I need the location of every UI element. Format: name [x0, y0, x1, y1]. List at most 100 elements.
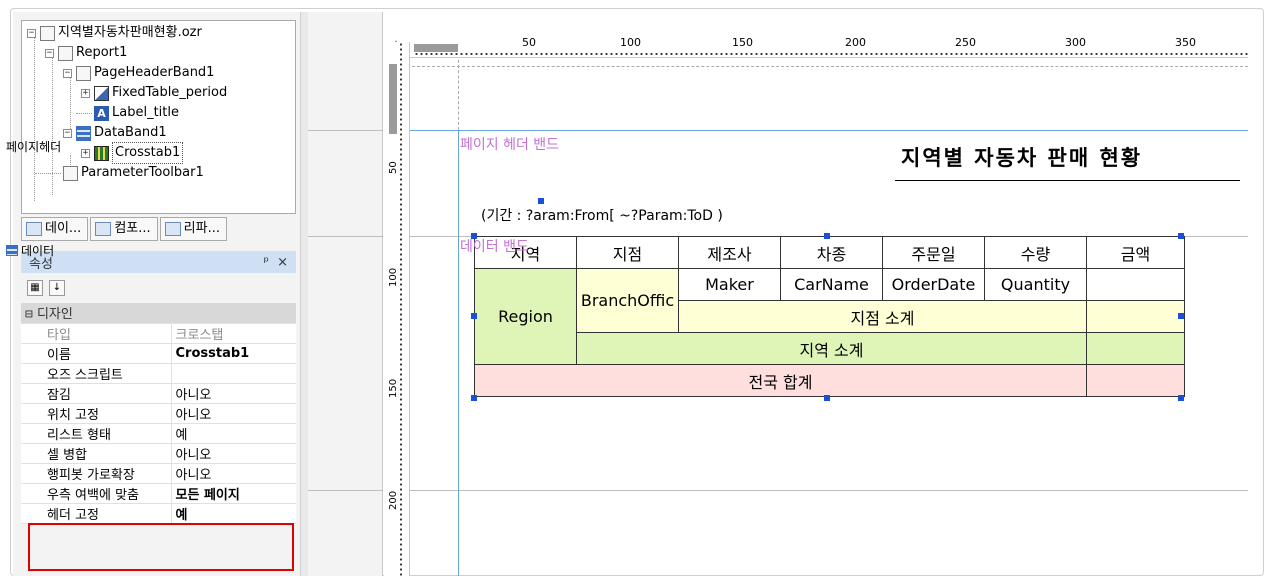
- tree-item-report1[interactable]: − Report1: [45, 43, 127, 63]
- tree-item-label: 지역별자동차판매현황.ozr: [58, 25, 202, 40]
- tree-item-fixed-table-period[interactable]: + FixedTable_period: [81, 83, 227, 103]
- collapse-icon[interactable]: −: [45, 48, 54, 58]
- ruler-label: 200: [388, 490, 399, 510]
- property-value[interactable]: 아니오: [171, 463, 296, 484]
- alphabetical-sort-icon[interactable]: ↓: [49, 280, 65, 296]
- property-row[interactable]: 우측 여백에 맞춤 모든 페이지: [21, 483, 296, 504]
- period-label[interactable]: (기간 : ?aram:From[ ~?Param:ToD ): [481, 205, 723, 225]
- crosstab-header-cell[interactable]: 차종: [780, 236, 883, 269]
- collapse-icon[interactable]: −: [63, 128, 72, 138]
- expand-icon[interactable]: +: [81, 88, 90, 98]
- property-key: 리스트 형태: [21, 423, 172, 444]
- ruler-label: 250: [955, 36, 976, 49]
- crosstab-cell-branch-subtotal[interactable]: 지점 소계: [678, 300, 1087, 333]
- band-separator: [308, 130, 383, 131]
- property-key: 위치 고정: [21, 403, 172, 424]
- selection-handle[interactable]: [1178, 313, 1184, 319]
- crosstab-header-cell[interactable]: 금액: [1086, 236, 1185, 269]
- tree-item-crosstab[interactable]: + Crosstab1: [81, 142, 184, 164]
- property-row[interactable]: 잠김 아니오: [21, 383, 296, 404]
- band-boundary: [410, 490, 1248, 491]
- collapse-icon[interactable]: ⊟: [25, 307, 33, 322]
- crosstab-cell-region-subtotal-amount[interactable]: [1086, 332, 1185, 365]
- selection-handle[interactable]: [1178, 395, 1184, 401]
- ruler-ticks: [414, 52, 1248, 56]
- crosstab-icon: [94, 145, 109, 161]
- close-icon[interactable]: ×: [277, 255, 288, 270]
- tab-report[interactable]: 리파...: [159, 217, 227, 241]
- tab-data[interactable]: 데이...: [21, 217, 89, 241]
- crosstab-header-cell[interactable]: 지점: [576, 236, 679, 269]
- tab-component[interactable]: 컴포...: [90, 217, 158, 241]
- tree-item-page-header-band[interactable]: − PageHeaderBand1: [63, 63, 214, 83]
- property-row[interactable]: 위치 고정 아니오: [21, 403, 296, 424]
- property-row[interactable]: 셀 병합 아니오: [21, 443, 296, 464]
- band-label-page-header[interactable]: 페이지헤더: [6, 138, 72, 155]
- crosstab-cell-region[interactable]: Region: [474, 268, 577, 365]
- crosstab-cell-maker[interactable]: Maker: [678, 268, 781, 301]
- property-value[interactable]: 모든 페이지: [171, 483, 296, 504]
- title-underline: [895, 180, 1240, 181]
- crosstab-cell-grand-total[interactable]: 전국 합계: [474, 364, 1087, 397]
- tree-item-data-band[interactable]: − DataBand1: [63, 123, 167, 143]
- tree-item-parameter-toolbar[interactable]: ParameterToolbar1: [35, 163, 204, 183]
- collapse-icon[interactable]: −: [63, 68, 72, 78]
- pin-icon[interactable]: ᵖ: [264, 255, 270, 270]
- property-row[interactable]: 행피봇 가로확장 아니오: [21, 463, 296, 484]
- property-value[interactable]: 아니오: [171, 383, 296, 404]
- tree-item-label: Crosstab1: [112, 142, 184, 164]
- crosstab-header-cell[interactable]: 제조사: [678, 236, 781, 269]
- ruler-margin: [389, 64, 397, 134]
- property-row[interactable]: 헤더 고정 예: [21, 503, 296, 524]
- tree-item-label-title[interactable]: A Label_title: [76, 103, 179, 123]
- property-category[interactable]: ⊟ 디자인: [21, 303, 296, 324]
- band-label-text: 데이터: [21, 244, 55, 258]
- property-value[interactable]: Crosstab1: [171, 343, 296, 364]
- ruler-label: 350: [1175, 36, 1196, 49]
- property-value[interactable]: 크로스탭: [171, 323, 296, 344]
- property-value[interactable]: 아니오: [171, 443, 296, 464]
- selection-handle[interactable]: [471, 233, 477, 239]
- ruler-ticks: [399, 42, 403, 576]
- selection-handle[interactable]: [824, 233, 830, 239]
- tree-guide: [52, 55, 53, 195]
- expand-icon[interactable]: +: [81, 148, 90, 158]
- property-value[interactable]: 아니오: [171, 403, 296, 424]
- report-title[interactable]: 지역별 자동차 판매 현황: [901, 142, 1142, 172]
- selection-handle[interactable]: [538, 198, 544, 204]
- selection-handle[interactable]: [824, 395, 830, 401]
- band-label-data[interactable]: 데이터: [6, 242, 72, 259]
- crosstab-header-cell[interactable]: 주문일: [882, 236, 985, 269]
- selection-handle[interactable]: [471, 313, 477, 319]
- property-row[interactable]: 오즈 스크립트: [21, 363, 296, 384]
- selection-handle[interactable]: [1178, 233, 1184, 239]
- property-row[interactable]: 리스트 형태 예: [21, 423, 296, 444]
- crosstab-cell-branch-subtotal-amount[interactable]: [1086, 300, 1185, 333]
- ruler-label: 300: [1065, 36, 1086, 49]
- crosstab-cell-branch[interactable]: BranchOffic: [576, 268, 679, 333]
- crosstab-cell-carname[interactable]: CarName: [780, 268, 883, 301]
- crosstab-cell-amount[interactable]: [1086, 268, 1185, 301]
- crosstab-cell-orderdate[interactable]: OrderDate: [882, 268, 985, 301]
- property-value[interactable]: [171, 363, 296, 384]
- property-value[interactable]: 예: [171, 423, 296, 444]
- property-key: 잠김: [21, 383, 172, 404]
- property-value[interactable]: 예: [171, 503, 296, 524]
- crosstab-cell-quantity[interactable]: Quantity: [984, 268, 1087, 301]
- crosstab-header-cell[interactable]: 수량: [984, 236, 1087, 269]
- property-row[interactable]: 이름 Crosstab1: [21, 343, 296, 364]
- tree-guide: [34, 35, 35, 201]
- data-band-name: 데이터 밴드: [460, 239, 529, 255]
- tree-item-report-file[interactable]: − 지역별자동차판매현황.ozr: [27, 23, 202, 43]
- collapse-icon[interactable]: −: [27, 28, 36, 38]
- categorized-view-icon[interactable]: ▦: [27, 280, 43, 296]
- tree-item-label: ParameterToolbar1: [81, 165, 204, 180]
- crosstab-cell-grand-total-amount[interactable]: [1086, 364, 1185, 397]
- crosstab-cell-region-subtotal[interactable]: 지역 소계: [576, 332, 1087, 365]
- panel-tabs: 데이... 컴포... 리파...: [21, 217, 227, 241]
- report-tree[interactable]: − 지역별자동차판매현황.ozr − Report1 − PageHeaderB…: [21, 20, 296, 214]
- crosstab[interactable]: 지역 지점 제조사 차종 주문일 수량 금액 Region BranchOffi…: [474, 236, 1185, 397]
- selection-handle[interactable]: [471, 395, 477, 401]
- property-row[interactable]: 타입 크로스탭: [21, 323, 296, 344]
- panel-splitter[interactable]: [300, 12, 308, 576]
